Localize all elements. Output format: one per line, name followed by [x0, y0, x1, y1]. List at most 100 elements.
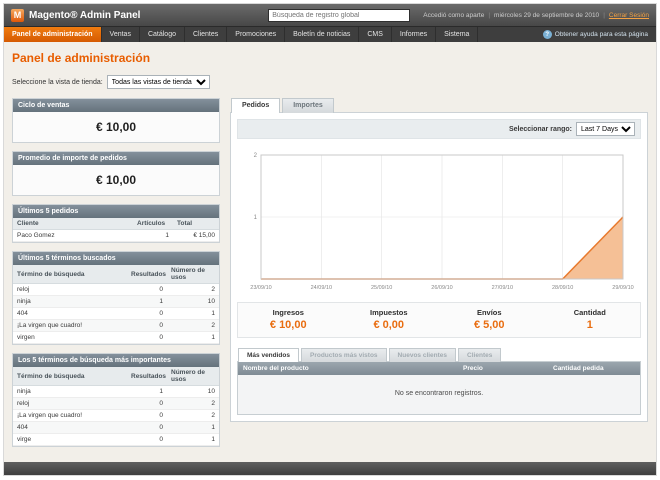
page: M Magento® Admin Panel Accedió como apar… [0, 0, 660, 480]
admin-window: M Magento® Admin Panel Accedió como apar… [3, 3, 657, 476]
page-title: Panel de administración [12, 51, 151, 65]
nav-item-newsletter[interactable]: Boletín de noticias [285, 27, 360, 42]
cell: reloj [13, 283, 127, 296]
cell: virge [13, 433, 127, 446]
stat-shipping: Envíos € 5,00 [439, 308, 540, 331]
tab-most-viewed[interactable]: Productos más vistos [300, 348, 387, 362]
column-header: Precio [463, 365, 483, 372]
stat-value: 1 [586, 319, 593, 331]
table-row[interactable]: ninja 1 10 [13, 385, 219, 398]
orders-chart: 1 2 23/09/10 24/09/10 25/09/10 26/09/10 27/09/… [237, 145, 641, 295]
cell: 0 [127, 331, 167, 344]
range-select[interactable]: Last 7 Days [576, 122, 635, 136]
cell: 2 [167, 283, 219, 296]
stat-value: € 0,00 [373, 319, 405, 331]
nav-item-dashboard[interactable]: Panel de administración [4, 27, 102, 42]
cell: 1 [167, 307, 219, 320]
nav-item-customers[interactable]: Clientes [185, 27, 228, 42]
cell: ¡La virgen que cuadro! [13, 409, 127, 422]
table-row[interactable]: 404 0 1 [13, 307, 219, 320]
nav-item-sales[interactable]: Ventas [102, 27, 140, 42]
cell: 0 [127, 409, 167, 422]
page-help-link[interactable]: ? Obtener ayuda para esta página [535, 27, 656, 42]
cell: 0 [127, 319, 167, 332]
cell: ninja [13, 385, 127, 398]
tab-orders[interactable]: Pedidos [231, 98, 281, 113]
table-header-row: Término de búsqueda Resultados Número de… [13, 265, 219, 284]
table-row[interactable]: reloj 0 2 [13, 283, 219, 296]
cell: 0 [127, 307, 167, 320]
separator: | [488, 11, 491, 19]
table-row[interactable]: virgen 0 1 [13, 331, 219, 344]
svg-text:23/09/10: 23/09/10 [250, 285, 271, 291]
column-header: Artículos [133, 218, 173, 230]
table-row[interactable]: ninja 1 10 [13, 295, 219, 308]
svg-text:27/09/10: 27/09/10 [492, 285, 513, 291]
tab-customers[interactable]: Clientes [458, 348, 502, 362]
footer-bar [4, 462, 656, 475]
nav-item-reports[interactable]: Informes [392, 27, 437, 42]
cell: 404 [13, 307, 127, 320]
last-search-table: Término de búsqueda Resultados Número de… [13, 265, 219, 344]
box-title: Ciclo de ventas [13, 99, 219, 112]
stat-value: € 5,00 [473, 319, 505, 331]
last-orders-table: Cliente Artículos Total Paco Gomez 1 € 1… [13, 218, 219, 242]
last-search-terms-box: Últimos 5 términos buscados Término de b… [12, 251, 220, 345]
separator: | [603, 11, 605, 19]
nav-item-system[interactable]: Sistema [436, 27, 479, 42]
nav-item-cms[interactable]: CMS [359, 27, 392, 42]
table-row[interactable]: Paco Gomez 1 € 15,00 [13, 229, 219, 242]
table-row[interactable]: ¡La virgen que cuadro! 0 2 [13, 409, 219, 422]
header-date: miércoles 29 de septiembre de 2010 [494, 11, 600, 19]
store-view-select[interactable]: Todas las vistas de tienda [106, 75, 210, 89]
cell: 1 [127, 295, 167, 308]
cell: 0 [127, 283, 167, 296]
help-label: Obtener ayuda para esta página [554, 31, 648, 38]
table-row[interactable]: virge 0 1 [13, 433, 219, 446]
product-tabs: Más vendidos Productos más vistos Nuevos… [237, 348, 641, 362]
stat-revenue: Ingresos € 10,00 [238, 308, 339, 331]
svg-text:26/09/10: 26/09/10 [431, 285, 452, 291]
table-row[interactable]: ¡La virgen que cuadro! 0 2 [13, 319, 219, 332]
global-search-input[interactable] [268, 8, 411, 22]
svg-text:25/09/10: 25/09/10 [371, 285, 392, 291]
logged-in-as: Accedió como aparte [423, 11, 485, 19]
cell: 1 [127, 385, 167, 398]
column-header: Término de búsqueda [13, 367, 127, 386]
orders-chart-svg: 1 2 23/09/10 24/09/10 25/09/10 26/09/10 27/09/… [250, 153, 633, 291]
table-header-row: Término de búsqueda Resultados Número de… [13, 367, 219, 386]
column-header: Cliente [13, 218, 133, 230]
cell: 2 [167, 397, 219, 410]
average-orders-value: € 10,00 [13, 165, 219, 195]
stat-label: Impuestos [369, 308, 408, 317]
table-row[interactable]: reloj 0 2 [13, 397, 219, 410]
grid-header-row: Nombre del producto Precio Cantidad pedi… [238, 362, 640, 375]
stat-label: Envíos [476, 308, 502, 317]
tab-new-customers[interactable]: Nuevos clientes [388, 348, 457, 362]
cell: 2 [167, 409, 219, 422]
nav-item-catalog[interactable]: Catálogo [140, 27, 185, 42]
header-user-info: Accedió como aparte | miércoles 29 de se… [423, 12, 649, 19]
tab-bestsellers[interactable]: Más vendidos [238, 348, 299, 362]
lifetime-sales-box: Ciclo de ventas € 10,00 [12, 98, 220, 143]
table-header-row: Cliente Artículos Total [13, 218, 219, 230]
nav-item-promotions[interactable]: Promociones [227, 27, 286, 42]
box-title: Últimos 5 pedidos [13, 205, 219, 218]
products-grid: Nombre del producto Precio Cantidad pedi… [237, 361, 641, 415]
cell: Paco Gomez [13, 229, 133, 242]
cell: 10 [167, 295, 219, 308]
cell: 0 [127, 433, 167, 446]
stat-label: Ingresos [272, 308, 304, 317]
logout-link[interactable]: Cerrar Sesión [609, 12, 649, 19]
column-header: Número de usos [167, 265, 219, 284]
cell: 2 [167, 319, 219, 332]
help-icon: ? [542, 30, 552, 39]
store-view-label: Seleccione la vista de tienda: [12, 78, 103, 86]
stat-label: Cantidad [573, 308, 606, 317]
table-row[interactable]: 404 0 1 [13, 421, 219, 434]
store-view-switcher: Seleccione la vista de tienda: Todas las… [12, 75, 648, 89]
tab-amounts[interactable]: Importes [282, 98, 334, 113]
box-title: Los 5 términos de búsqueda más important… [13, 354, 219, 367]
column-header: Cantidad pedida [553, 365, 604, 372]
svg-text:24/09/10: 24/09/10 [311, 285, 332, 291]
